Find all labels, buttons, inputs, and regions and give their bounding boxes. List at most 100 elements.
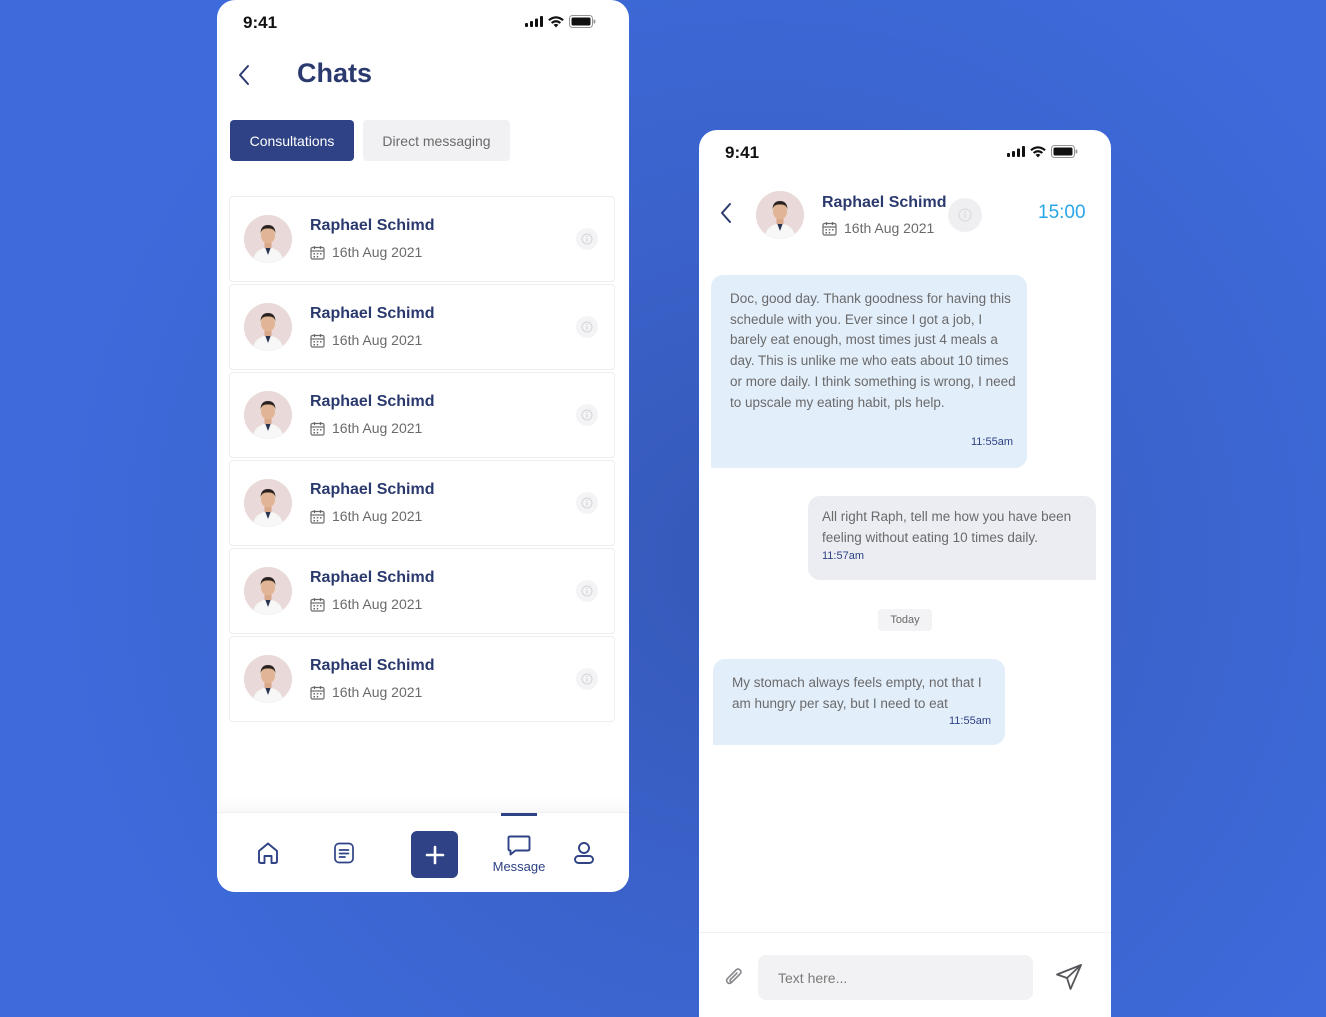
chat-list-item[interactable]: Raphael Schimd 16th Aug 2021: [229, 372, 615, 458]
info-icon[interactable]: [576, 228, 598, 250]
send-button[interactable]: [1054, 962, 1084, 997]
chats-screen: 9:41 Chats Consultations Direct messagin…: [217, 0, 629, 892]
calendar-icon: [310, 245, 325, 260]
wifi-icon: [548, 15, 564, 27]
chat-date-text: 16th Aug 2021: [332, 244, 423, 260]
chat-date: 16th Aug 2021: [310, 244, 422, 260]
info-icon[interactable]: [576, 580, 598, 602]
system-icons: [525, 15, 596, 28]
message-incoming: Doc, good day. Thank goodness for having…: [711, 275, 1027, 468]
message-incoming: My stomach always feels empty, not that …: [713, 659, 1005, 745]
chat-date: 16th Aug 2021: [310, 420, 422, 436]
chat-name: Raphael Schimd: [310, 217, 435, 234]
info-icon[interactable]: [948, 198, 982, 232]
chat-date-text: 16th Aug 2021: [332, 684, 423, 700]
nav-records[interactable]: [324, 813, 364, 892]
chat-list: Raphael Schimd 16th Aug 2021 Raphael Sch…: [229, 196, 615, 724]
active-indicator: [501, 813, 537, 816]
info-icon[interactable]: [576, 668, 598, 690]
message-time: 11:55am: [971, 436, 1013, 449]
profile-icon: [574, 842, 594, 864]
attach-button[interactable]: [723, 965, 745, 994]
avatar: [244, 215, 292, 263]
calendar-icon: [310, 333, 325, 348]
contact-avatar: [756, 191, 804, 239]
status-time: 9:41: [725, 143, 760, 162]
calendar-icon: [310, 597, 325, 612]
chat-date-text: 16th Aug 2021: [332, 596, 423, 612]
wifi-icon: [1030, 145, 1046, 157]
nav-profile[interactable]: [564, 813, 604, 892]
nav-message[interactable]: Message: [487, 813, 551, 892]
chat-list-item[interactable]: Raphael Schimd 16th Aug 2021: [229, 460, 615, 546]
avatar: [244, 479, 292, 527]
calendar-icon: [310, 509, 325, 524]
chat-date: 16th Aug 2021: [310, 332, 422, 348]
chat-name: Raphael Schimd: [310, 305, 435, 322]
chat-name: Raphael Schimd: [310, 393, 435, 410]
chat-date-text: 16th Aug 2021: [332, 332, 423, 348]
conversation-screen: 9:41 Raphael Schimd 16th Aug 2021 15:00 …: [699, 130, 1111, 1017]
avatar: [244, 391, 292, 439]
contact-name: Raphael Schimd: [822, 194, 947, 211]
chat-name: Raphael Schimd: [310, 657, 435, 674]
plus-icon: [425, 845, 444, 864]
battery-icon: [1051, 145, 1078, 158]
page-title: Chats: [297, 58, 373, 88]
chat-date-text: 16th Aug 2021: [332, 420, 423, 436]
message-text: My stomach always feels empty, not that …: [732, 675, 982, 711]
send-icon: [1056, 964, 1082, 990]
day-separator: Today: [878, 609, 932, 631]
chat-list-item[interactable]: Raphael Schimd 16th Aug 2021: [229, 548, 615, 634]
avatar: [244, 655, 292, 703]
chat-date: 16th Aug 2021: [310, 508, 422, 524]
chevron-left-icon: [239, 65, 249, 85]
message-text: Doc, good day. Thank goodness for having…: [730, 291, 1016, 410]
message-text: All right Raph, tell me how you have bee…: [822, 509, 1072, 545]
session-timer: 15:00: [1038, 202, 1086, 223]
back-button[interactable]: [719, 202, 735, 229]
tab-direct-messaging[interactable]: Direct messaging: [363, 120, 510, 161]
message-input[interactable]: [758, 955, 1033, 1000]
info-icon[interactable]: [576, 316, 598, 338]
message-outgoing: All right Raph, tell me how you have bee…: [808, 496, 1096, 580]
chat-name: Raphael Schimd: [310, 481, 435, 498]
signal-icon: [525, 16, 543, 27]
avatar: [244, 303, 292, 351]
battery-icon: [569, 15, 596, 28]
chat-list-item[interactable]: Raphael Schimd 16th Aug 2021: [229, 636, 615, 722]
bottom-nav: Message: [217, 812, 629, 892]
avatar: [244, 567, 292, 615]
info-icon[interactable]: [576, 492, 598, 514]
contact-date: 16th Aug 2021: [822, 220, 934, 236]
message-composer: [699, 932, 1111, 1017]
chat-list-item[interactable]: Raphael Schimd 16th Aug 2021: [229, 196, 615, 282]
message-time: 11:57am: [822, 550, 864, 563]
tab-consultations[interactable]: Consultations: [230, 120, 354, 161]
signal-icon: [1007, 146, 1025, 157]
chevron-left-icon: [721, 203, 731, 223]
info-icon[interactable]: [576, 404, 598, 426]
message-icon: [507, 835, 531, 855]
system-icons: [1007, 145, 1078, 158]
contact-date-text: 16th Aug 2021: [844, 220, 935, 236]
chat-date: 16th Aug 2021: [310, 596, 422, 612]
status-time: 9:41: [243, 13, 278, 32]
chat-name: Raphael Schimd: [310, 569, 435, 586]
calendar-icon: [310, 421, 325, 436]
message-time: 11:55am: [949, 715, 991, 728]
chat-date-text: 16th Aug 2021: [332, 508, 423, 524]
chat-date: 16th Aug 2021: [310, 684, 422, 700]
chat-list-item[interactable]: Raphael Schimd 16th Aug 2021: [229, 284, 615, 370]
paperclip-icon: [725, 968, 742, 985]
nav-home[interactable]: [248, 813, 288, 892]
background: [0, 0, 1326, 1017]
document-icon: [334, 842, 354, 864]
status-bar: 9:41: [217, 0, 629, 44]
calendar-icon: [822, 221, 837, 236]
add-button[interactable]: [411, 831, 458, 878]
home-icon: [258, 842, 278, 864]
nav-message-label: Message: [492, 858, 546, 874]
back-button[interactable]: [237, 64, 253, 91]
status-bar: 9:41: [699, 130, 1111, 174]
